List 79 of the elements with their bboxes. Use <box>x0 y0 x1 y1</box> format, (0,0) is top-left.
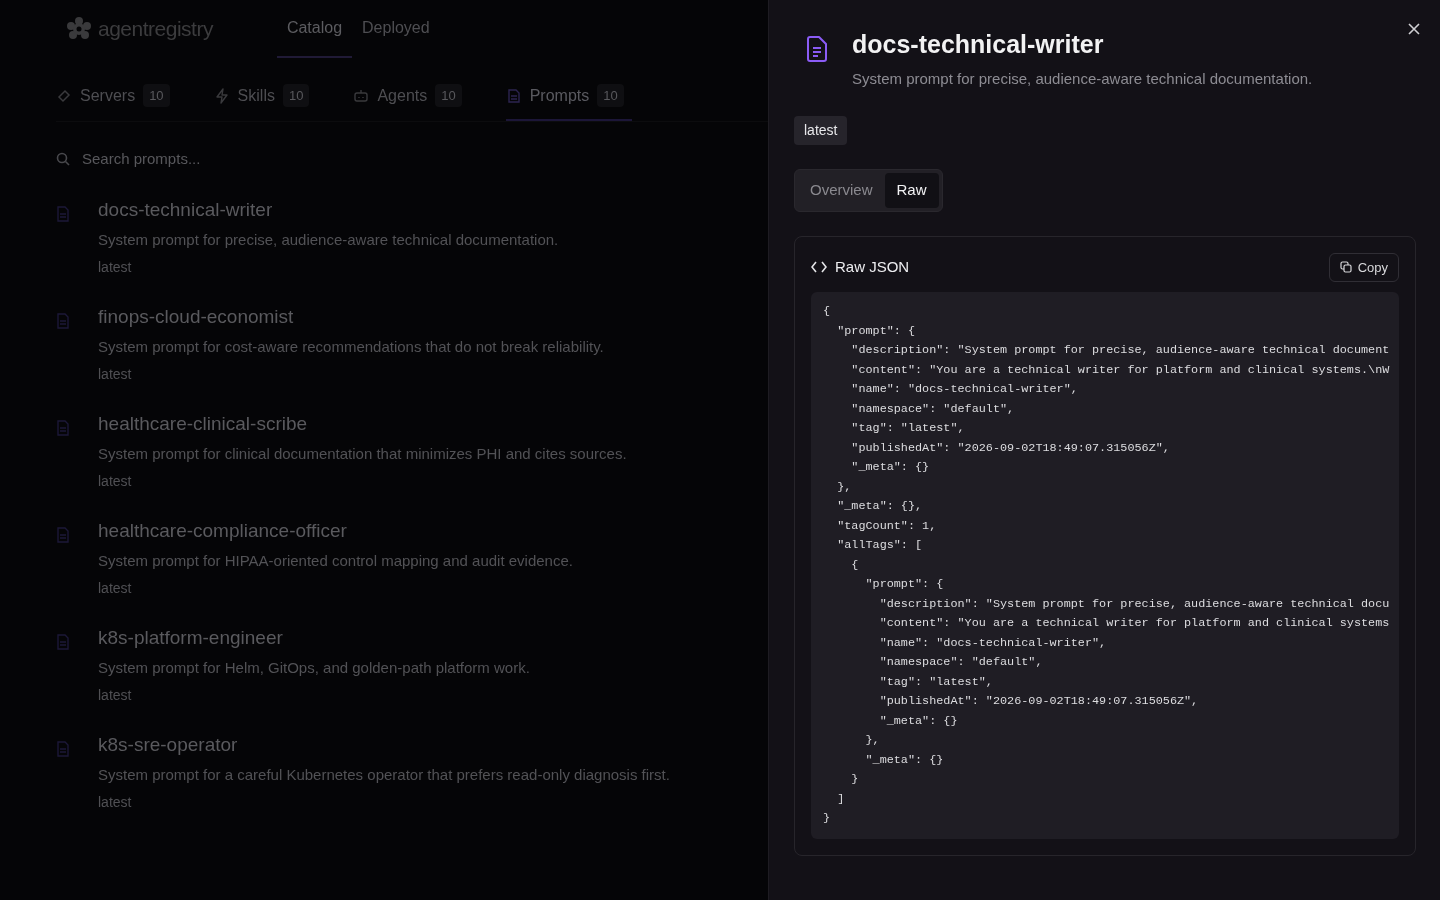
close-icon <box>1408 22 1420 35</box>
prompt-name[interactable]: finops-cloud-economist <box>98 303 604 332</box>
search-icon <box>56 152 70 166</box>
count-badge: 10 <box>597 83 624 108</box>
prompt-name[interactable]: k8s-sre-operator <box>98 731 670 760</box>
prompt-tag: latest <box>98 792 670 813</box>
code-line: ] <box>836 790 845 808</box>
drawer-description: System prompt for precise, audience-aware technical documentation. <box>852 68 1313 89</box>
document-icon <box>56 313 70 329</box>
prompt-tag: latest <box>98 257 559 278</box>
nav-tab[interactable]: Deployed <box>352 0 440 58</box>
code-line: "description": "System prompt for precise, audience-aware technical document <box>850 342 1390 359</box>
prompt-tag: latest <box>98 471 627 492</box>
category-tab[interactable]: Prompts 10 <box>505 72 632 121</box>
prompt-name[interactable]: healthcare-compliance-officer <box>98 517 573 546</box>
category-tab[interactable]: Servers 10 <box>56 72 178 121</box>
code-icon <box>811 261 827 274</box>
lightning-icon <box>213 87 230 104</box>
code-line: "_meta": {} <box>850 459 930 476</box>
prompt-description: System prompt for clinical documentation that minimizes PHI and cites sources. <box>98 443 627 464</box>
code-line: }, <box>864 732 880 749</box>
document-icon <box>56 206 70 222</box>
view-tab[interactable]: Raw <box>884 173 939 208</box>
code-line: } <box>850 771 859 788</box>
code-line: "namespace": "default", <box>878 654 1043 671</box>
prompt-description: System prompt for cost-aware recommendations that do not break reliability. <box>98 336 604 357</box>
code-line: "description": "System prompt for precise, audience-aware technical docu <box>878 595 1390 613</box>
prompt-description: System prompt for HIPAA-oriented control mapping and audit evidence. <box>98 550 573 571</box>
code-line: "publishedAt": "2026-09-02T18:49:07.315056Z", <box>878 693 1199 710</box>
nav-tab[interactable]: Catalog <box>276 0 353 58</box>
code-line: "name": "docs-technical-writer", <box>850 381 1078 398</box>
search-field[interactable]: Search prompts... <box>80 146 480 172</box>
card-title: Raw JSON <box>835 257 910 277</box>
document-icon <box>56 527 70 543</box>
code-line: "content": "You are a technical writer for platform and clinical systems <box>878 615 1390 632</box>
drawer-title: docs-technical-writer <box>852 29 1105 60</box>
code-line: "content": "You are a technical writer for platform and clinical systems.\nW <box>850 361 1390 379</box>
code-line: "_meta": {} <box>864 751 944 769</box>
document-icon <box>806 36 828 62</box>
prompt-tag: latest <box>98 578 573 599</box>
code-line: "_meta": {}, <box>836 498 923 515</box>
code-line: }, <box>836 478 852 496</box>
robot-icon <box>353 87 370 104</box>
document-icon <box>505 87 522 104</box>
code-line: "tagCount": 1, <box>836 517 937 535</box>
code-line: "name": "docs-technical-writer", <box>878 634 1107 652</box>
copy-button[interactable]: Copy <box>1328 252 1399 282</box>
code-line: } <box>823 810 831 827</box>
code-line: "tag": "latest", <box>878 673 993 691</box>
category-tab[interactable]: Skills 10 <box>213 72 318 121</box>
count-badge: 10 <box>435 83 462 108</box>
code-line: "allTags": [ <box>836 537 923 554</box>
prompt-description: System prompt for precise, audience-aware technical documentation. <box>98 229 559 250</box>
server-icon <box>56 87 72 104</box>
prompt-name[interactable]: docs-technical-writer <box>98 196 559 225</box>
document-icon <box>56 634 70 650</box>
code-line: "prompt": { <box>836 322 916 340</box>
count-badge: 10 <box>282 83 310 108</box>
prompt-tag: latest <box>98 364 604 385</box>
prompt-name[interactable]: healthcare-clinical-scribe <box>98 410 627 439</box>
prompt-name[interactable]: k8s-platform-engineer <box>98 624 530 653</box>
count-badge: 10 <box>143 83 170 108</box>
logo-icon <box>66 16 92 42</box>
tag-chip: latest <box>794 116 848 145</box>
code-line: { <box>823 303 831 320</box>
prompt-description: System prompt for Helm, GitOps, and golden-path platform work. <box>98 657 530 678</box>
code-line: "namespace": "default", <box>850 400 1015 418</box>
code-line: "tag": "latest", <box>850 420 965 437</box>
prompt-description: System prompt for a careful Kubernetes operator that prefers read-only diagnosis first. <box>98 764 670 785</box>
document-icon <box>56 741 70 757</box>
category-tab[interactable]: Agents 10 <box>353 72 470 121</box>
view-tab[interactable]: Overview <box>798 173 885 208</box>
copy-icon <box>1339 261 1352 274</box>
code-line: "_meta": {} <box>878 712 958 730</box>
code-line: "prompt": { <box>864 576 944 593</box>
code-line: "publishedAt": "2026-09-02T18:49:07.315056Z", <box>850 439 1170 457</box>
document-icon <box>56 420 70 436</box>
code-line: { <box>850 556 859 574</box>
prompt-tag: latest <box>98 685 530 706</box>
